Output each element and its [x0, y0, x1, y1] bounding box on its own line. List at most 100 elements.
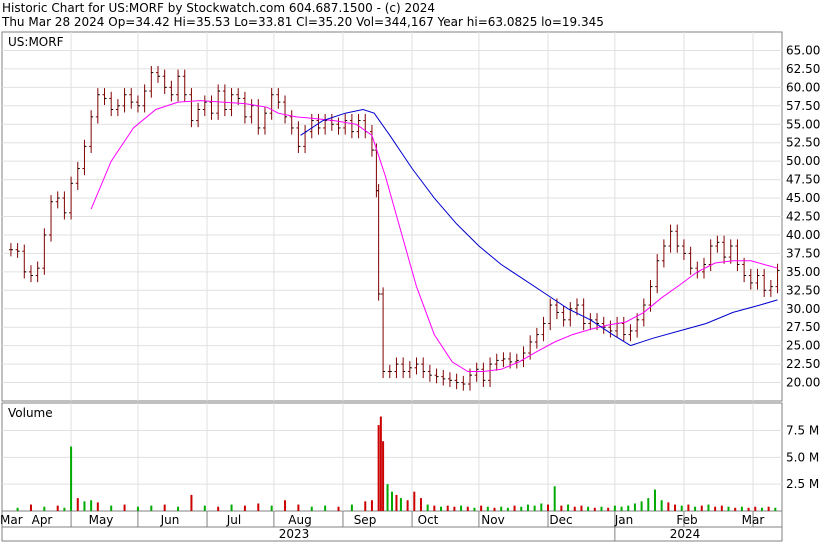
- price-tick-label: 32.50: [786, 283, 820, 297]
- volume-bar: [647, 498, 650, 511]
- month-tick-label: Jul: [226, 513, 241, 527]
- price-tick-label: 65.00: [786, 43, 820, 57]
- volume-bar: [310, 506, 313, 511]
- volume-bar: [573, 506, 576, 511]
- price-tick-label: 60.00: [786, 80, 820, 94]
- volume-bar: [493, 507, 496, 511]
- volume-bar: [76, 498, 79, 511]
- year-label: 2023: [279, 527, 310, 541]
- volume-bar: [720, 505, 723, 511]
- stock-chart: 65.00 62.50 60.00 57.50 55.00 52.50 50.00 47.50…: [0, 31, 820, 542]
- price-tick-label: 45.00: [786, 191, 820, 205]
- volume-bar: [163, 504, 166, 511]
- volume-bar: [506, 507, 509, 511]
- volume-bar: [350, 504, 353, 511]
- price-tick-label: 37.50: [786, 246, 820, 260]
- volume-bar: [190, 494, 193, 511]
- volume-bar: [767, 506, 770, 511]
- price-panel-title: US:MORF: [8, 35, 64, 49]
- month-tick-label: Aug: [288, 513, 311, 527]
- volume-bar: [694, 506, 697, 511]
- month-tick-label: Feb: [676, 513, 697, 527]
- price-tick-label: 40.00: [786, 228, 820, 242]
- month-tick-label: Dec: [549, 513, 572, 527]
- volume-bar: [620, 506, 623, 511]
- price-tick-label: 25.00: [786, 339, 820, 353]
- volume-bar: [70, 446, 73, 511]
- volume-bar: [727, 506, 730, 511]
- volume-bar: [230, 504, 233, 511]
- price-tick-label: 52.50: [786, 136, 820, 150]
- price-tick-label: 20.00: [786, 376, 820, 390]
- volume-bar: [419, 498, 422, 511]
- volume-bar: [680, 505, 683, 511]
- volume-bar: [364, 501, 367, 511]
- volume-bar: [297, 504, 300, 511]
- price-tick-label: 30.00: [786, 302, 820, 316]
- volume-bar: [486, 506, 489, 511]
- volume-bar: [426, 504, 429, 511]
- volume-bar: [257, 503, 260, 511]
- volume-bar: [760, 507, 763, 511]
- volume-bar: [466, 506, 469, 511]
- volume-bar: [660, 500, 663, 511]
- volume-bar: [613, 505, 616, 511]
- volume-bar: [553, 486, 556, 511]
- volume-bar: [513, 505, 516, 511]
- volume-bar: [177, 506, 180, 511]
- volume-bar: [433, 505, 436, 511]
- month-axis: [1, 510, 783, 528]
- volume-bar: [377, 425, 380, 511]
- month-tick-label: Mar: [0, 513, 23, 527]
- month-tick-label: Mar: [742, 513, 765, 527]
- volume-bar: [150, 505, 153, 511]
- price-tick-label: 47.50: [786, 173, 820, 187]
- volume-bar: [43, 506, 46, 511]
- volume-bar: [707, 504, 710, 511]
- volume-bar: [526, 504, 529, 511]
- volume-bar: [627, 505, 630, 511]
- volume-bar: [370, 500, 373, 511]
- volume-bar: [734, 507, 737, 511]
- volume-bar: [640, 501, 643, 511]
- volume-bar: [547, 504, 549, 511]
- volume-bar: [217, 506, 220, 511]
- volume-bar: [567, 504, 570, 511]
- volume-bar: [754, 506, 757, 511]
- volume-tick-label: 2.5 M: [786, 477, 819, 491]
- volume-bar: [440, 506, 443, 511]
- price-tick-label: 50.00: [786, 154, 820, 168]
- volume-bar: [587, 506, 590, 511]
- volume-bar: [740, 506, 743, 511]
- price-tick-label: 57.50: [786, 99, 820, 113]
- month-tick-label: Jun: [160, 513, 180, 527]
- volume-bar: [243, 505, 246, 511]
- volume-bar: [284, 500, 287, 511]
- price-tick-label: 27.50: [786, 320, 820, 334]
- volume-bar: [29, 504, 32, 511]
- volume-bar: [63, 507, 66, 511]
- month-tick-label: Jan: [614, 513, 634, 527]
- volume-bar: [593, 507, 596, 511]
- volume-bar: [473, 507, 476, 511]
- volume-bar: [460, 505, 463, 511]
- month-tick-label: Nov: [481, 513, 504, 527]
- volume-bar: [395, 494, 398, 511]
- volume-bar: [386, 484, 389, 511]
- volume-bar: [270, 505, 273, 511]
- volume-bar: [714, 506, 717, 511]
- volume-bar: [674, 504, 677, 511]
- volume-tick-label: 5.0 M: [786, 450, 819, 464]
- month-tick-label: Sep: [354, 513, 377, 527]
- year-axis: [1, 526, 783, 542]
- month-tick-label: Apr: [32, 513, 53, 527]
- volume-bar: [203, 505, 206, 511]
- volume-bar: [480, 505, 483, 511]
- volume-bar: [520, 506, 523, 511]
- price-tick-label: 22.50: [786, 357, 820, 371]
- volume-bar: [110, 505, 113, 511]
- volume-bar: [16, 507, 19, 511]
- volume-bar: [633, 503, 636, 511]
- price-tick-label: 35.00: [786, 265, 820, 279]
- volume-bar: [580, 505, 583, 511]
